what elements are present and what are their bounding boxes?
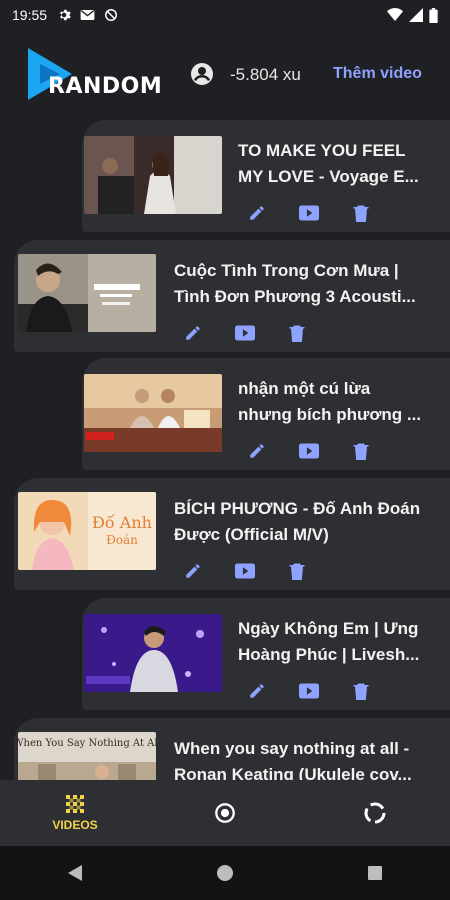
- delete-icon[interactable]: [350, 440, 372, 462]
- video-title[interactable]: nhận một cú lừa nhưng bích phương ...: [238, 376, 436, 428]
- videos-grid-icon: [66, 795, 84, 813]
- wifi-icon: [387, 8, 403, 21]
- video-thumbnail[interactable]: Đố Anh Đoán: [18, 492, 156, 570]
- edit-icon[interactable]: [182, 560, 204, 582]
- video-actions: [246, 680, 372, 702]
- back-icon[interactable]: [67, 864, 83, 882]
- edit-icon[interactable]: [246, 440, 268, 462]
- settings-icon: [60, 9, 71, 21]
- video-thumbnail[interactable]: [84, 136, 222, 214]
- add-video-button[interactable]: Thêm video: [333, 65, 422, 83]
- sync-off-icon: [105, 9, 118, 21]
- nav-videos[interactable]: VIDEOS: [0, 780, 150, 846]
- play-video-icon[interactable]: [234, 560, 256, 582]
- edit-icon[interactable]: [246, 202, 268, 224]
- video-card[interactable]: Cuộc Tình Trong Cơn Mưa | Tình Đơn Phươn…: [14, 240, 450, 352]
- video-card[interactable]: When You Say Nothing At All When you say…: [14, 718, 450, 780]
- app-header: RANDOM -5.804 xu Thêm video: [0, 30, 450, 120]
- edit-icon[interactable]: [182, 322, 204, 344]
- video-thumbnail[interactable]: When You Say Nothing At All: [18, 732, 156, 780]
- video-title[interactable]: Cuộc Tình Trong Cơn Mưa | Tình Đơn Phươn…: [174, 258, 436, 310]
- radio-button-icon: [215, 803, 235, 823]
- battery-icon: [429, 7, 438, 23]
- video-actions: [182, 322, 308, 344]
- svg-text:When You Say Nothing At All: When You Say Nothing At All: [18, 738, 156, 749]
- play-video-icon[interactable]: [234, 322, 256, 344]
- video-card[interactable]: TO MAKE YOU FEEL MY LOVE - Voyage E...: [82, 120, 450, 232]
- video-card[interactable]: nhận một cú lừa nhưng bích phương ...: [82, 358, 450, 470]
- logo-text: RANDOM: [48, 74, 163, 99]
- recents-icon[interactable]: [367, 865, 383, 881]
- video-card[interactable]: Đố Anh Đoán BÍCH PHƯƠNG - Đố Anh Đoán Đư…: [14, 478, 450, 590]
- play-video-icon[interactable]: [298, 440, 320, 462]
- delete-icon[interactable]: [350, 202, 372, 224]
- delete-icon[interactable]: [286, 560, 308, 582]
- video-title[interactable]: When you say nothing at all - Ronan Keat…: [174, 736, 436, 780]
- video-actions: [182, 560, 308, 582]
- edit-icon[interactable]: [246, 680, 268, 702]
- video-card[interactable]: Ngày Không Em | Ưng Hoàng Phúc | Livesh.…: [82, 598, 450, 710]
- bottom-navigation: VIDEOS: [0, 780, 450, 846]
- delete-icon[interactable]: [286, 322, 308, 344]
- account-circle-icon[interactable]: [190, 62, 214, 86]
- nav-loading[interactable]: [300, 780, 450, 846]
- svg-text:Đố Anh: Đố Anh: [92, 513, 152, 532]
- play-video-icon[interactable]: [298, 202, 320, 224]
- delete-icon[interactable]: [350, 680, 372, 702]
- video-list: TO MAKE YOU FEEL MY LOVE - Voyage E... C…: [0, 120, 450, 780]
- gmail-icon: [80, 10, 95, 20]
- nav-record[interactable]: [150, 780, 300, 846]
- play-video-icon[interactable]: [298, 680, 320, 702]
- signal-icon: [409, 8, 423, 22]
- video-title[interactable]: BÍCH PHƯƠNG - Đố Anh Đoán Được (Official…: [174, 496, 436, 548]
- video-actions: [246, 440, 372, 462]
- video-title[interactable]: TO MAKE YOU FEEL MY LOVE - Voyage E...: [238, 138, 436, 190]
- system-navigation-bar: [0, 846, 450, 900]
- home-icon[interactable]: [216, 864, 234, 882]
- video-thumbnail[interactable]: [84, 614, 222, 692]
- status-time: 19:55: [12, 7, 48, 23]
- status-bar: 19:55: [0, 0, 450, 30]
- video-actions: [246, 202, 372, 224]
- svg-text:Đoán: Đoán: [106, 533, 138, 547]
- coin-balance: -5.804 xu: [230, 65, 301, 84]
- video-thumbnail[interactable]: [18, 254, 156, 332]
- refresh-ring-icon: [364, 802, 386, 824]
- video-title[interactable]: Ngày Không Em | Ưng Hoàng Phúc | Livesh.…: [238, 616, 436, 668]
- video-thumbnail[interactable]: [84, 374, 222, 452]
- nav-videos-label: VIDEOS: [52, 818, 98, 832]
